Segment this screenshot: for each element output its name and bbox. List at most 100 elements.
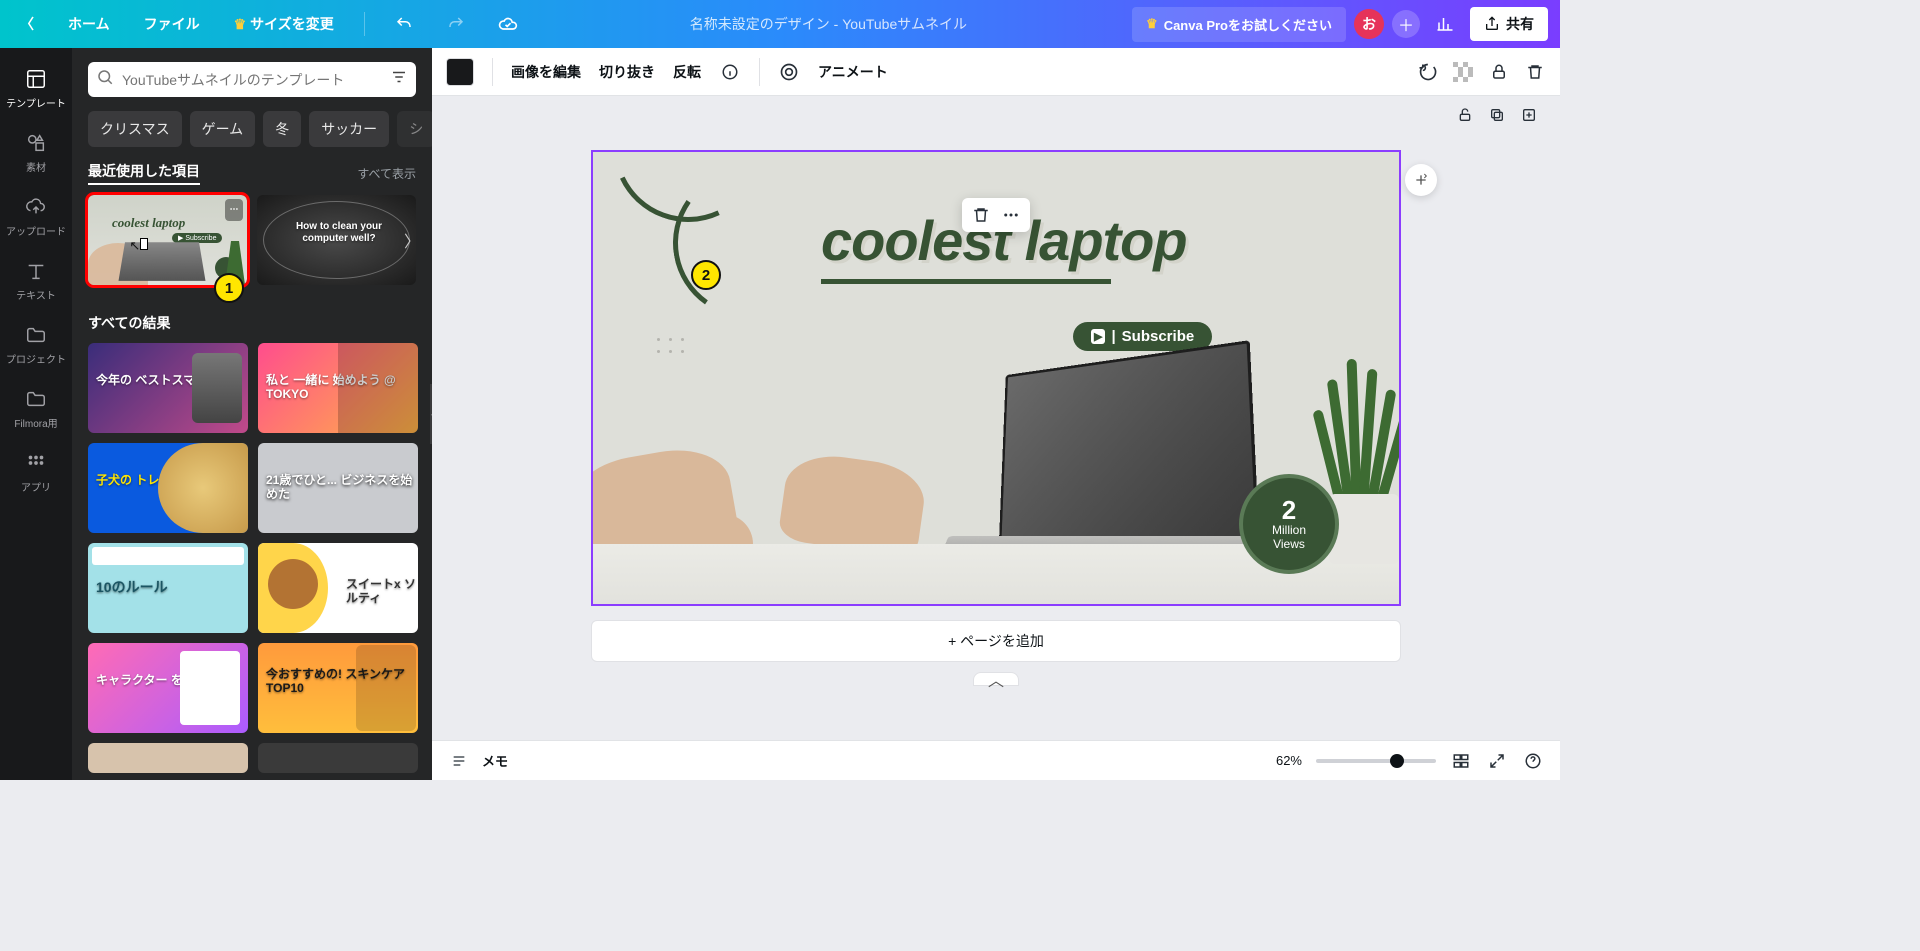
template-card[interactable]: 10のルール [88,543,248,633]
chip-row: クリスマス ゲーム 冬 サッカー シ [88,111,416,147]
chevron-left-icon: 〈 [20,14,34,34]
search-icon [96,68,114,91]
recent-title: 最近使用した項目 [88,161,200,185]
template-card[interactable] [258,743,418,773]
quick-add-button[interactable] [1405,164,1437,196]
rail-uploads[interactable]: アップロード [0,184,72,248]
separator [364,12,365,36]
chip[interactable]: シ [397,111,432,147]
tutorial-marker-1: 1 [214,273,244,303]
back-button[interactable]: 〈 [12,8,42,40]
notes-label[interactable]: メモ [482,751,508,770]
info-icon[interactable] [719,61,741,83]
crown-icon: ♛ [1146,16,1158,32]
page-drawer-toggle[interactable]: ︿ [973,672,1019,686]
results-title: すべての結果 [88,313,170,333]
filter-icon[interactable] [390,68,408,91]
file-menu[interactable]: ファイル [136,8,208,40]
views-badge[interactable]: 2 MillionViews [1239,474,1339,574]
template-card[interactable]: 今年の ベストスマホ [88,343,248,433]
share-button[interactable]: 共有 [1470,7,1548,41]
tutorial-marker-2: 2 [691,260,721,290]
template-card[interactable]: How to clean your computer well? [257,195,416,285]
zoom-value[interactable]: 62% [1276,753,1302,768]
zoom-slider[interactable] [1316,759,1436,763]
carousel-next[interactable]: 〉 [404,228,420,252]
trash-icon[interactable] [1524,61,1546,83]
design-page[interactable]: 2 coolest laptop ▶| Subscribe [591,150,1401,606]
avatar[interactable]: お [1354,9,1384,39]
dot-pattern [657,338,687,356]
crown-icon: ♛ [234,16,247,33]
chip[interactable]: 冬 [263,111,301,147]
bottom-bar: メモ 62% [432,740,1560,780]
folder-icon [24,323,48,347]
analytics-button[interactable] [1428,7,1462,41]
lock-icon[interactable] [1488,61,1510,83]
template-card[interactable]: 21歳でひと... ビジネスを始めた [258,443,418,533]
elements-icon [24,131,48,155]
resize-button[interactable]: ♛サイズを変更 [226,8,342,40]
fullscreen-icon[interactable] [1486,750,1508,772]
rail-filmora[interactable]: Filmora用 [0,376,72,440]
rail-projects[interactable]: プロジェクト [0,312,72,376]
undo-button[interactable] [387,7,421,41]
recent-header: 最近使用した項目 すべて表示 [88,161,416,185]
animate-icon [778,61,800,83]
templates-panel: クリスマス ゲーム 冬 サッカー シ 最近使用した項目 すべて表示 cooles… [72,48,432,780]
add-member-button[interactable]: ＋ [1392,10,1420,38]
more-icon[interactable] [1000,204,1022,226]
design-title[interactable]: 名称未設定のデザイン - YouTubeサムネイル [533,14,1124,34]
rail-templates[interactable]: テンプレート [0,56,72,120]
search-box[interactable] [88,62,416,97]
help-icon[interactable] [1522,750,1544,772]
see-all-link[interactable]: すべて表示 [357,165,416,182]
page-tools [1454,104,1540,126]
subscribe-badge[interactable]: ▶| Subscribe [1073,322,1212,351]
template-card[interactable]: coolest laptop ▶ Subscribe ↖ [88,195,247,285]
stage[interactable]: 2 coolest laptop ▶| Subscribe [432,96,1560,740]
flip-button[interactable]: 反転 [673,62,701,82]
trash-icon[interactable] [970,204,992,226]
template-card[interactable]: 私と 一緒に 始めよう @ TOKYO [258,343,418,433]
folder-icon [24,387,48,411]
results-header: すべての結果 [88,313,416,333]
separator [492,58,493,86]
add-page-button[interactable]: + ページを追加 [591,620,1401,662]
search-input[interactable] [122,72,382,88]
crop-button[interactable]: 切り抜き [599,62,655,82]
rail-text[interactable]: テキスト [0,248,72,312]
separator [759,58,760,86]
notes-icon[interactable] [448,750,470,772]
chip[interactable]: クリスマス [88,111,182,147]
animate-button[interactable]: アニメート [818,62,888,82]
template-card[interactable]: 子犬の トレーニング 方法 [88,443,248,533]
youtube-icon: ▶ [1091,329,1105,344]
rail-elements[interactable]: 素材 [0,120,72,184]
text-icon [24,259,48,283]
try-pro-button[interactable]: ♛Canva Proをお試しください [1132,7,1346,42]
floating-context-menu [962,198,1030,232]
template-card[interactable]: 今おすすめの! スキンケア TOP10 [258,643,418,733]
plus-icon: ＋ [1398,12,1414,36]
duplicate-page-icon[interactable] [1486,104,1508,126]
add-page-icon[interactable] [1518,104,1540,126]
template-card[interactable]: キャラクター を作ろう [88,643,248,733]
edit-image-button[interactable]: 画像を編集 [511,62,581,82]
color-swatch[interactable] [446,58,474,86]
lock-page-icon[interactable] [1454,104,1476,126]
side-rail: テンプレート 素材 アップロード テキスト プロジェクト Filmora用 アプ… [0,48,72,780]
template-card[interactable]: スイートx ソルティ [258,543,418,633]
cloud-sync-icon[interactable] [491,7,525,41]
chip[interactable]: サッカー [309,111,389,147]
position-icon[interactable] [1416,61,1438,83]
templates-icon [24,67,48,91]
rail-apps[interactable]: アプリ [0,440,72,504]
home-button[interactable]: ホーム [60,8,118,40]
grid-view-icon[interactable] [1450,750,1472,772]
chip[interactable]: ゲーム [190,111,256,147]
transparency-icon[interactable] [1452,61,1474,83]
template-card[interactable] [88,743,248,773]
redo-button[interactable] [439,7,473,41]
canvas-area: 画像を編集 切り抜き 反転 アニメート [432,48,1560,780]
